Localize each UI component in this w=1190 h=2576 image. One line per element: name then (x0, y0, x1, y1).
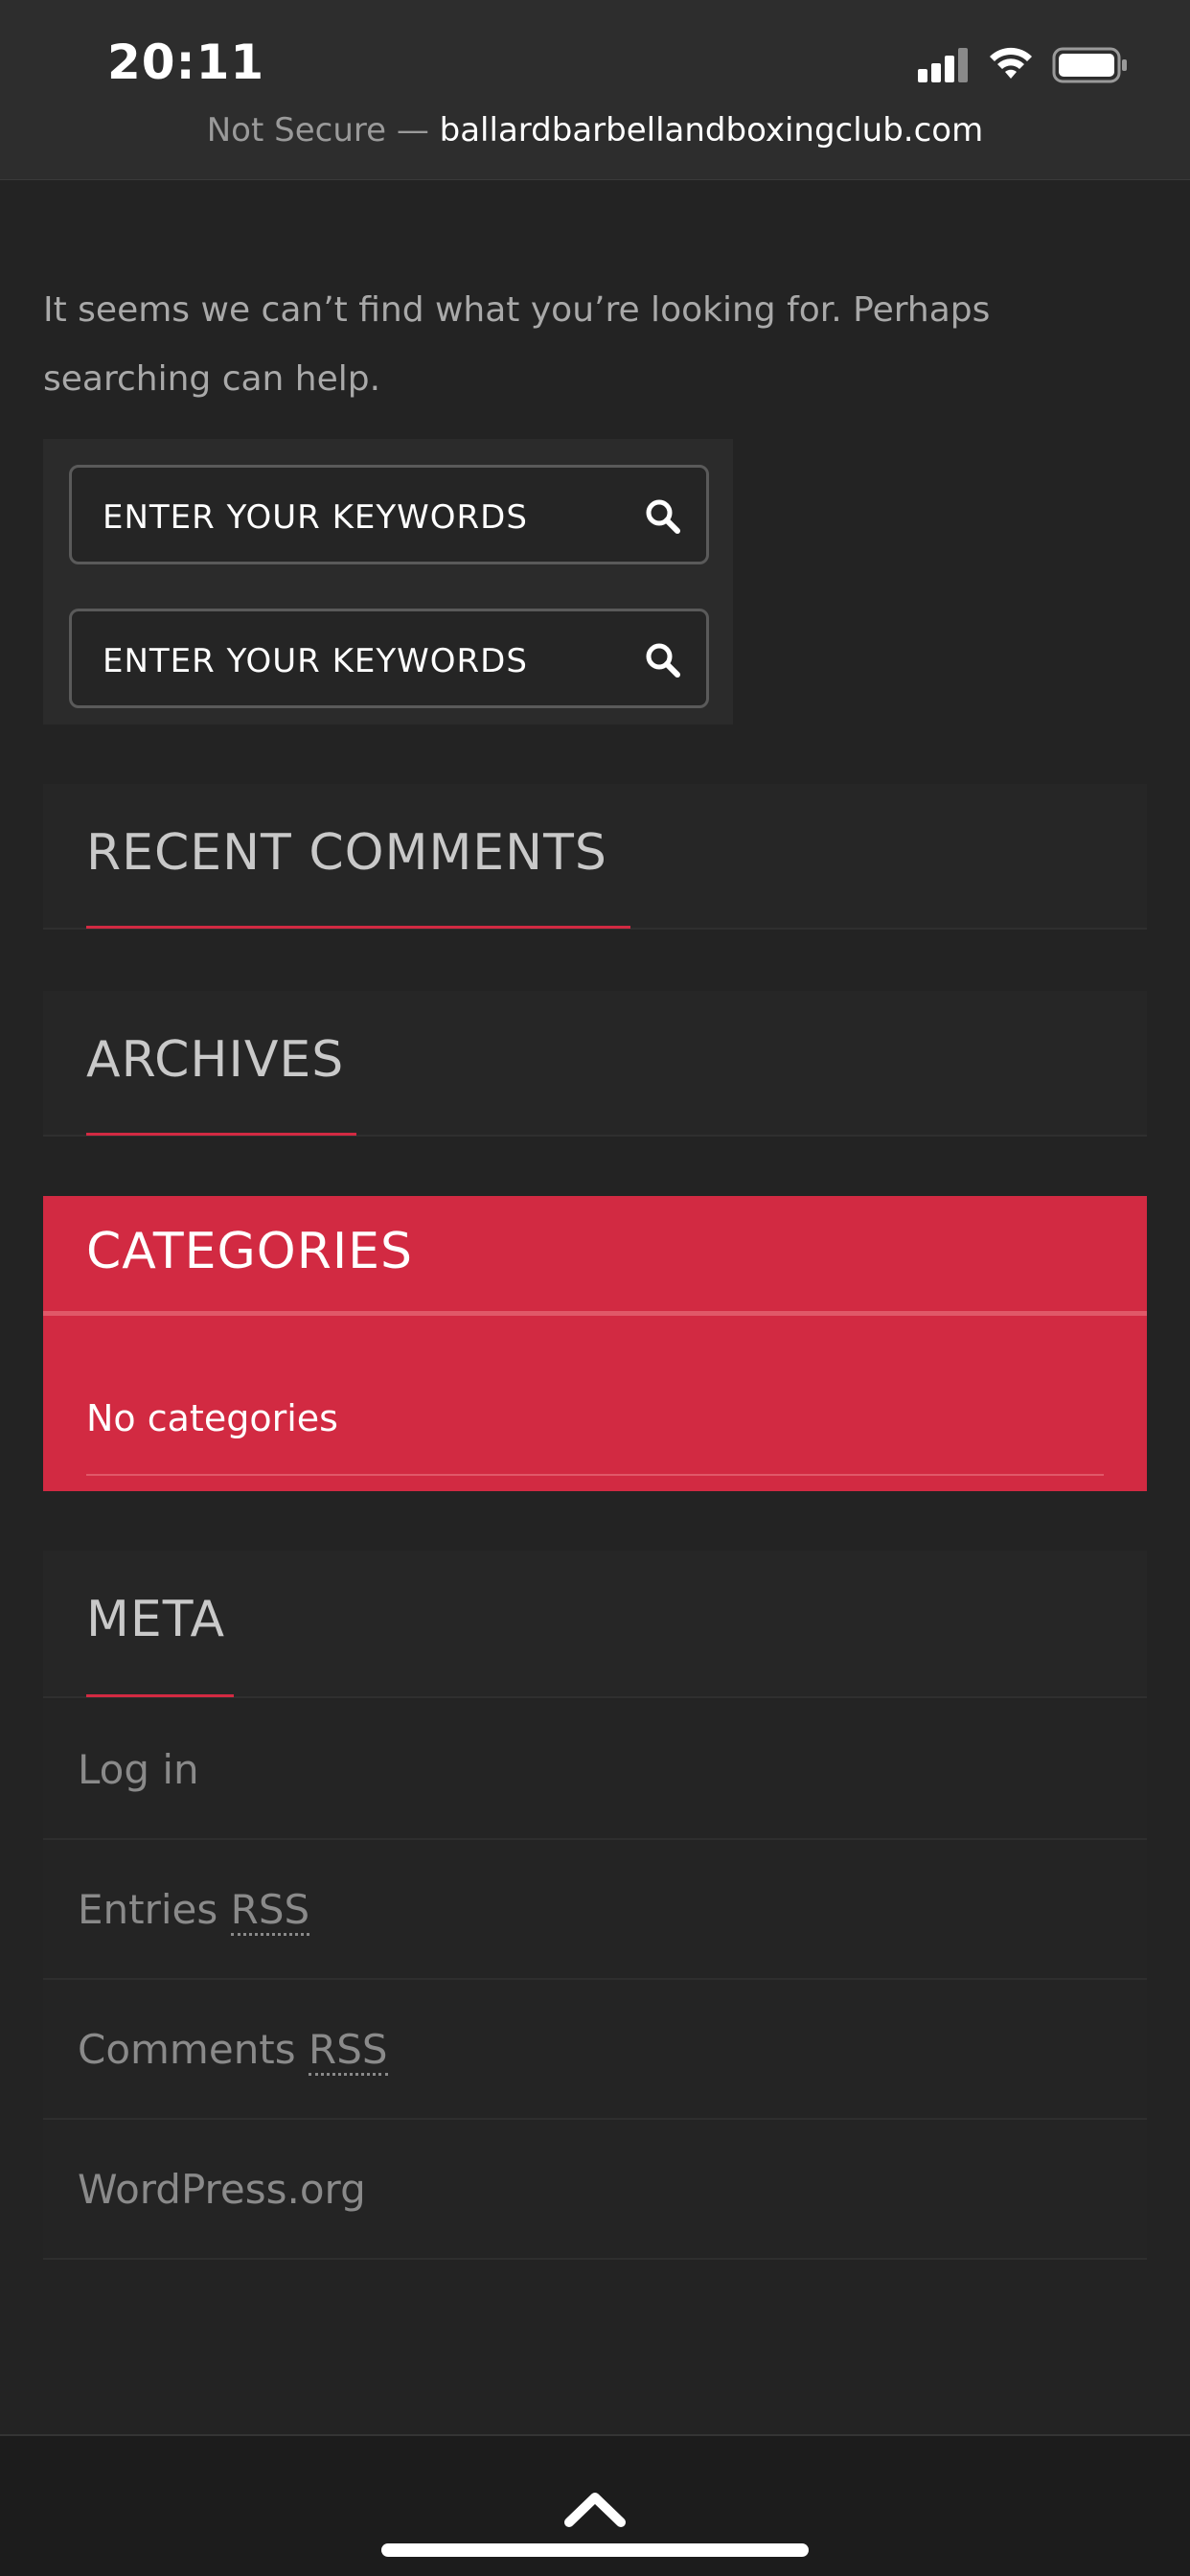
title-underline (86, 1133, 356, 1136)
url-bar[interactable]: Not Secure — ballardbarbellandboxingclub… (0, 111, 1190, 150)
search-widget: ENTER YOUR KEYWORDS ENTER YOUR KEYWORDS (43, 439, 733, 724)
chevron-up-icon[interactable] (563, 2488, 627, 2528)
divider (43, 1311, 1147, 1316)
not-found-message: It seems we can’t find what you’re looki… (43, 290, 991, 399)
archives-title: ARCHIVES (86, 1031, 345, 1089)
meta-link-comments-rss[interactable]: Comments RSS (43, 1980, 1147, 2120)
divider (86, 1474, 1104, 1476)
search-input[interactable]: ENTER YOUR KEYWORDS (69, 465, 709, 564)
recent-comments-title: RECENT COMMENTS (86, 824, 607, 882)
bottom-bar (0, 2434, 1190, 2576)
link-text: Entries (78, 1886, 231, 1933)
meta-link-login[interactable]: Log in (43, 1700, 1147, 1840)
meta-link-entries-rss[interactable]: Entries RSS (43, 1840, 1147, 1980)
title-underline (86, 926, 630, 929)
categories-title: CATEGORIES (86, 1223, 414, 1280)
search-placeholder: ENTER YOUR KEYWORDS (103, 498, 528, 537)
link-text: WordPress.org (78, 2166, 366, 2213)
url-domain: ballardbarbellandboxingclub.com (439, 111, 984, 150)
meta-link-wordpress[interactable]: WordPress.org (43, 2120, 1147, 2260)
rss-abbr: RSS (230, 1886, 310, 1936)
home-indicator[interactable] (381, 2543, 809, 2557)
search-icon[interactable] (643, 496, 683, 537)
categories-widget: CATEGORIES No categories (43, 1196, 1147, 1491)
rss-abbr: RSS (309, 2026, 388, 2076)
clock: 20:11 (107, 34, 265, 90)
search-placeholder: ENTER YOUR KEYWORDS (103, 642, 528, 680)
search-icon[interactable] (643, 640, 683, 680)
battery-icon (1052, 47, 1127, 83)
archives-widget: ARCHIVES (43, 991, 1147, 1137)
security-indicator: Not Secure — (206, 111, 429, 150)
signal-icon (918, 48, 972, 82)
meta-widget: META (43, 1551, 1147, 1698)
categories-empty-text: No categories (86, 1397, 338, 1439)
link-text: Comments (78, 2026, 309, 2073)
link-text: Log in (78, 1746, 199, 1793)
search-input[interactable]: ENTER YOUR KEYWORDS (69, 609, 709, 708)
title-underline (86, 1694, 234, 1697)
recent-comments-widget: RECENT COMMENTS (43, 784, 1147, 930)
status-bar: 20:11 Not Secure — ballardbarbellandboxi… (0, 0, 1190, 180)
meta-title: META (86, 1591, 226, 1648)
wifi-icon (990, 47, 1032, 79)
